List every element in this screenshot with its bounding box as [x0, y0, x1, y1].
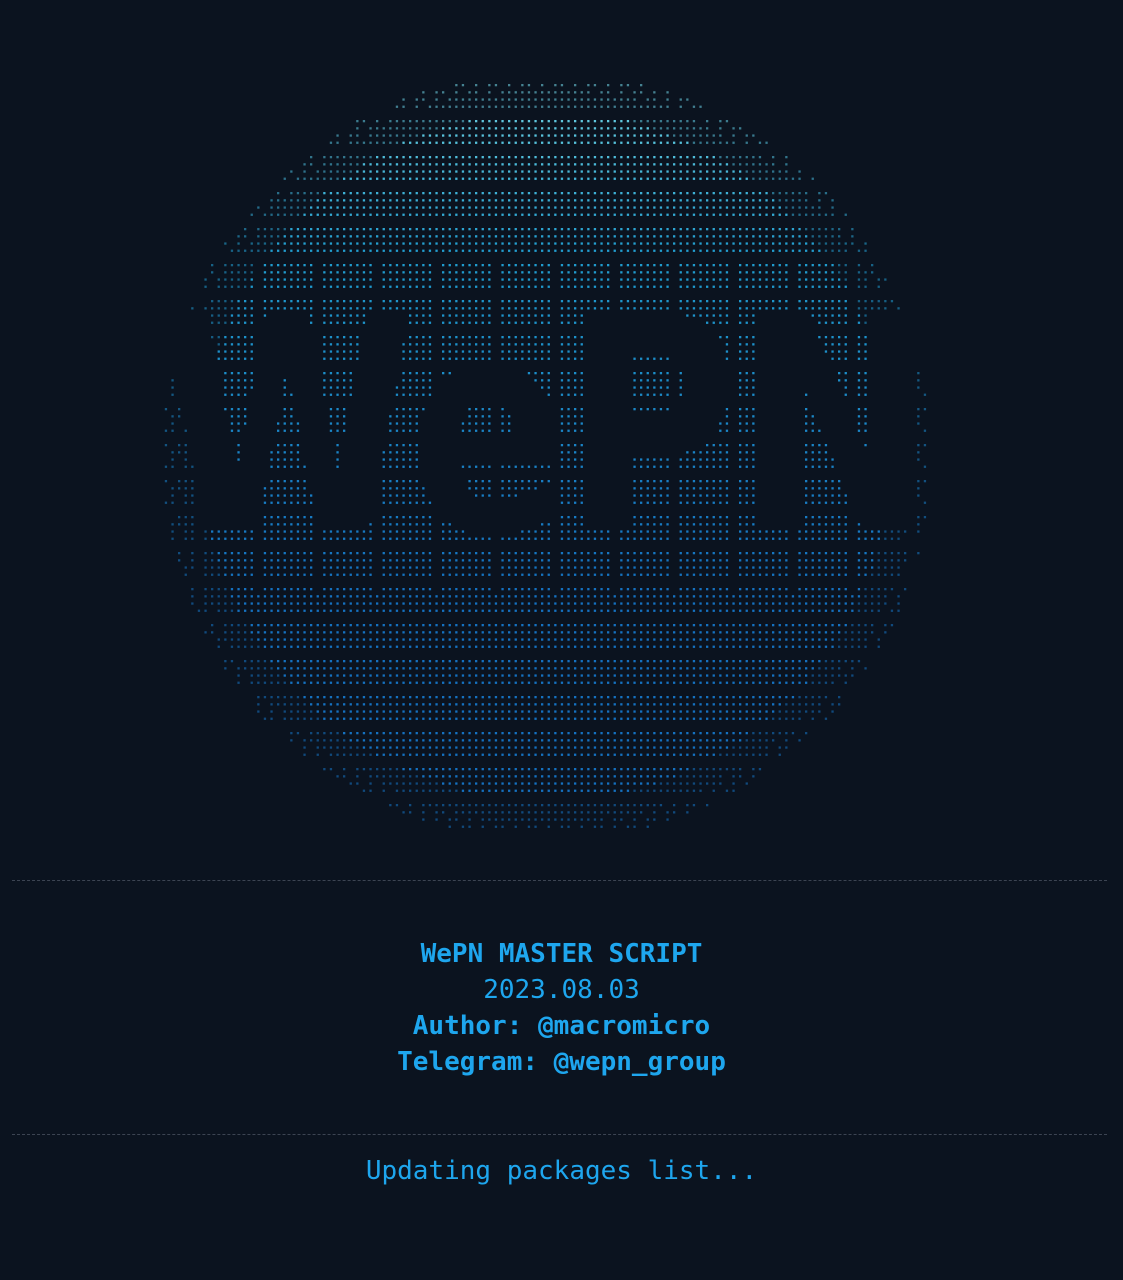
script-title: WePN MASTER SCRIPT — [420, 939, 703, 969]
separator-top — [12, 880, 1107, 881]
script-date: 2023.08.03 — [483, 975, 640, 1005]
status-message: Updating packages list... — [365, 1156, 758, 1186]
script-author: Author: @macromicro — [412, 1011, 711, 1041]
script-telegram: Telegram: @wepn_group — [397, 1047, 726, 1077]
wepn-ascii-logo — [164, 84, 927, 828]
separator-bottom — [12, 1134, 1107, 1135]
logo-dots — [164, 84, 927, 828]
